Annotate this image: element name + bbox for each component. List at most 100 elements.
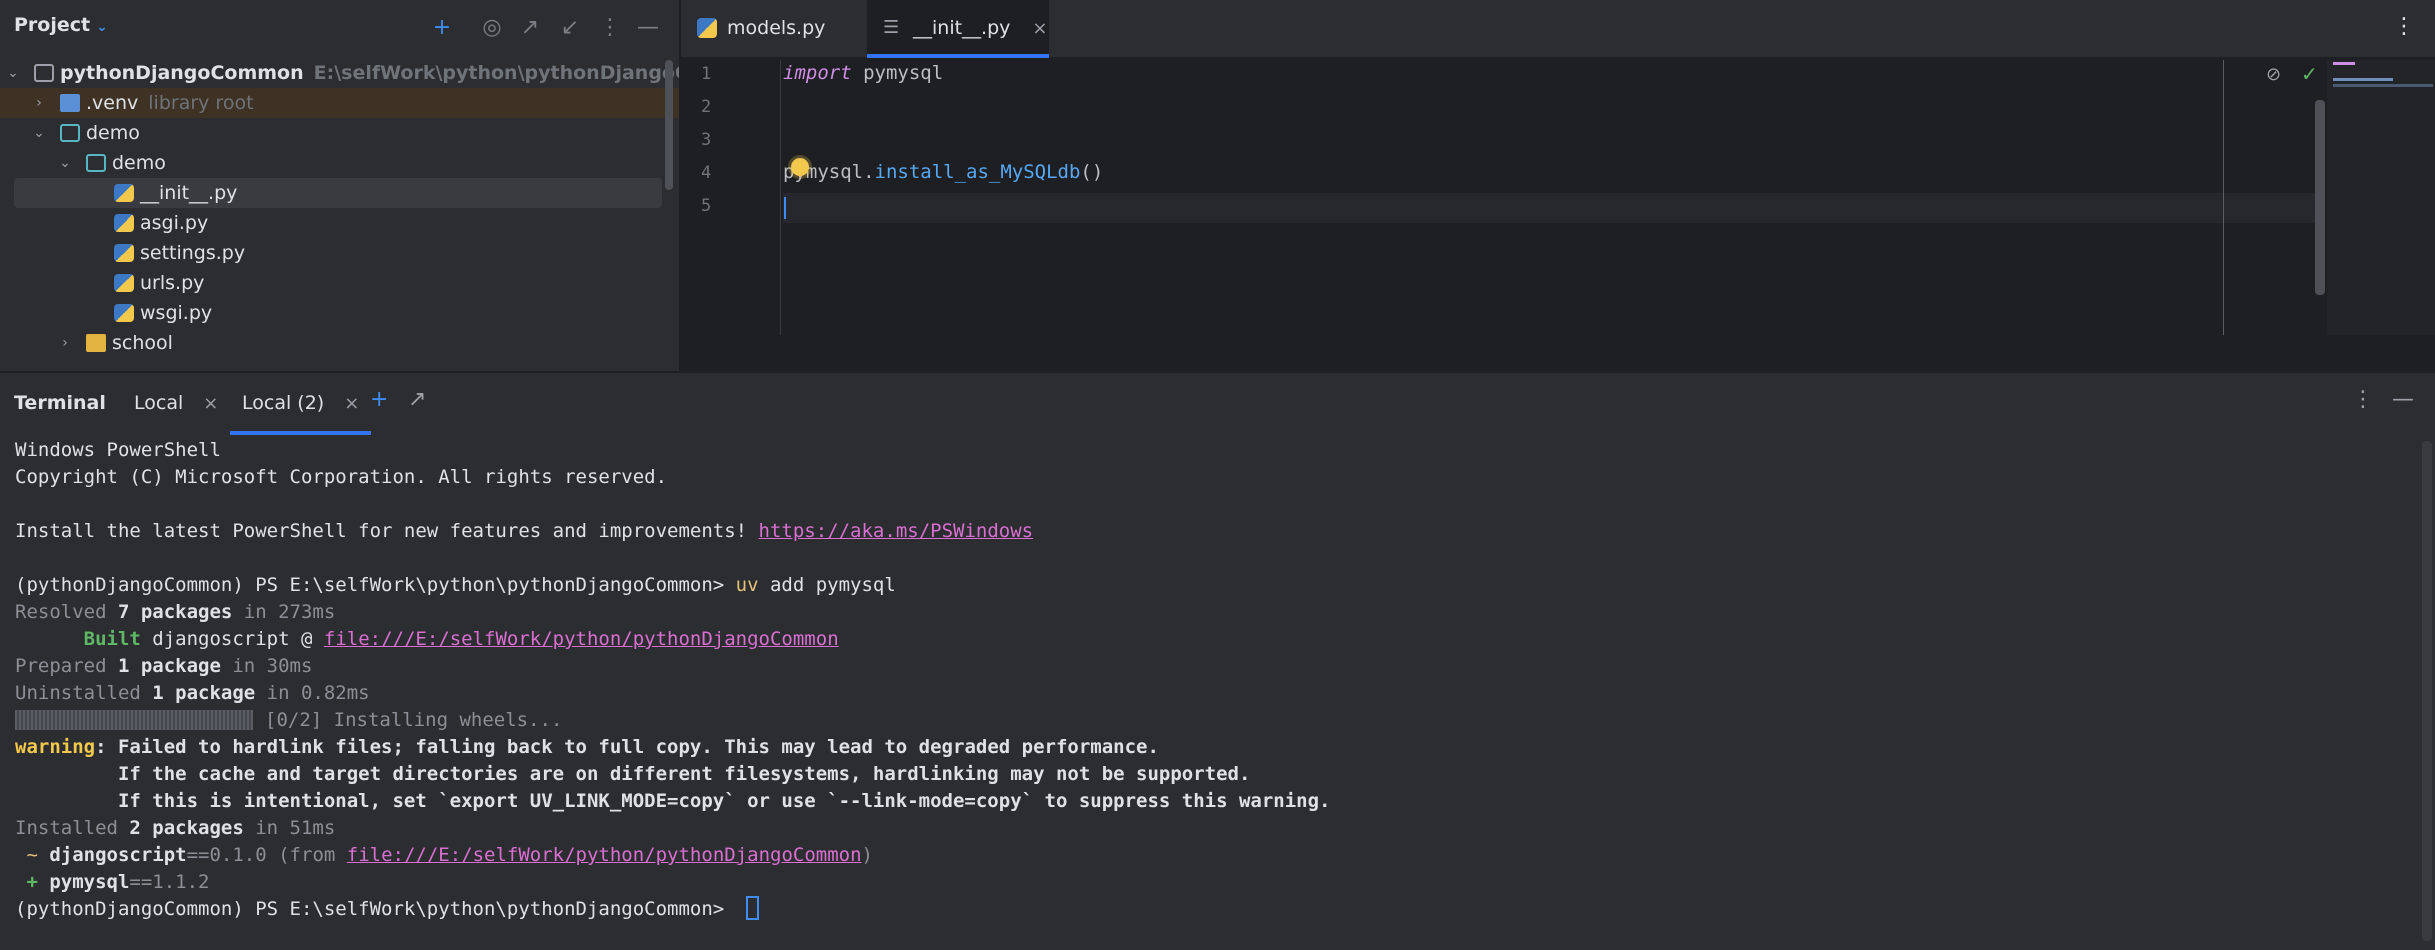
code-line-4[interactable]: pymysql.install_as_MySQLdb() [783, 161, 1103, 183]
editor-scrollbar[interactable] [2315, 100, 2325, 295]
tab-label: Local (2) [242, 392, 325, 414]
tree-item-label: demo [112, 152, 166, 174]
terminal-line: + pymysql==1.1.2 [15, 869, 209, 896]
terminal-line: Uninstalled 1 package in 0.82ms [15, 680, 370, 707]
hide-panel-icon[interactable]: — [2392, 387, 2414, 412]
terminal-line[interactable]: (pythonDjangoCommon) PS E:\selfWork\pyth… [15, 896, 759, 923]
tab-label: __init__.py [913, 17, 1011, 39]
editor-tab-bar: models.py ☰ __init__.py × ⋮ [681, 0, 2435, 58]
tree-item-path: E:\selfWork\python\pythonDjangoCommon [313, 62, 679, 84]
python-file-icon [114, 184, 134, 202]
terminal-line: Copyright (C) Microsoft Corporation. All… [15, 466, 668, 488]
tree-item-school[interactable]: › school [0, 328, 679, 358]
python-file-icon [114, 274, 134, 292]
tab-label: models.py [727, 17, 826, 39]
terminal-prompt: (pythonDjangoCommon) PS E:\selfWork\pyth… [15, 898, 736, 920]
editor-options-icon[interactable]: ⋮ [2393, 14, 2415, 39]
minimap[interactable] [2327, 60, 2435, 335]
project-tree: ⌄ pythonDjangoCommon E:\selfWork\python\p… [0, 58, 679, 358]
terminal-line: If the cache and target directories are … [15, 763, 1251, 785]
expand-all-icon[interactable]: ↗ [516, 14, 544, 42]
hide-panel-icon[interactable]: — [634, 14, 662, 42]
chevron-right-icon[interactable]: › [56, 328, 74, 358]
chevron-right-icon[interactable]: › [30, 88, 48, 118]
locate-icon[interactable]: ◎ [478, 14, 506, 42]
tree-item-label: .venv [86, 92, 139, 114]
tab-init-py[interactable]: ☰ __init__.py × [867, 0, 1049, 58]
close-icon[interactable]: × [203, 393, 218, 414]
terminal-line: Prepared 1 package in 30ms [15, 653, 312, 680]
tab-terminal-local[interactable]: Local × [134, 373, 218, 435]
terminal-line: Install the latest PowerShell for new fe… [15, 518, 1033, 545]
tree-item-init-py[interactable]: __init__.py [14, 178, 662, 208]
tree-item-label: pythonDjangoCommon [60, 62, 304, 84]
line-number: 5 [701, 196, 712, 216]
terminal-marker: ~ [15, 844, 50, 866]
project-view-selector[interactable]: Project ⌄ [14, 14, 108, 36]
add-icon[interactable]: + [428, 14, 456, 42]
terminal-output[interactable]: Windows PowerShell Copyright (C) Microso… [0, 437, 2420, 950]
reader-mode-icon[interactable]: ⊘ [2266, 64, 2281, 85]
tree-item-asgi-py[interactable]: asgi.py [0, 208, 679, 238]
terminal-link[interactable]: file:///E:/selfWork/python/pythonDjangoC… [324, 628, 839, 650]
terminal-text-bold: 7 packages [117, 601, 233, 623]
terminal-text: ==0.1.0 (from [186, 844, 347, 866]
terminal-line: Built djangoscript @ file:///E:/selfWork… [15, 626, 839, 653]
terminal-text: add pymysql [758, 574, 896, 596]
tree-item-project-root[interactable]: ⌄ pythonDjangoCommon E:\selfWork\python\p… [0, 58, 679, 88]
terminal-text: Uninstalled [15, 682, 153, 704]
tree-item-label: __init__.py [140, 182, 238, 204]
folder-icon [60, 94, 80, 112]
python-file-icon [697, 18, 717, 38]
tab-models-py[interactable]: models.py [681, 0, 867, 58]
terminal-text: ) [861, 844, 873, 866]
options-icon[interactable]: ⋮ [596, 14, 624, 42]
tree-item-urls-py[interactable]: urls.py [0, 268, 679, 298]
inspection-ok-icon[interactable]: ✓ [2301, 62, 2318, 86]
terminal-scrollbar[interactable] [2422, 441, 2432, 941]
line-number-gutter: 1 2 3 4 5 [681, 60, 781, 335]
terminal-line: (pythonDjangoCommon) PS E:\selfWork\pyth… [15, 572, 896, 599]
terminal-text: in 51ms [243, 817, 336, 839]
chevron-down-icon[interactable]: ⌄ [56, 148, 74, 178]
minimap-line [2333, 78, 2393, 81]
terminal-text: Resolved [15, 601, 118, 623]
close-icon[interactable]: × [1032, 18, 1047, 39]
terminal-line: Windows PowerShell [15, 439, 221, 461]
tree-item-wsgi-py[interactable]: wsgi.py [0, 298, 679, 328]
terminal-text: ==1.1.2 [129, 871, 210, 893]
tree-item-settings-py[interactable]: settings.py [0, 238, 679, 268]
tree-item-demo-package[interactable]: ⌄ demo [0, 148, 679, 178]
intention-bulb-icon[interactable] [791, 158, 809, 176]
tree-item-label: demo [86, 122, 140, 144]
chevron-down-icon[interactable]: ⌄ [4, 58, 22, 88]
new-terminal-icon[interactable]: + [370, 387, 388, 412]
tree-scrollbar[interactable] [665, 60, 673, 190]
project-header: Project ⌄ + ◎ ↗ ↙ ⋮ — [0, 0, 679, 56]
terminal-text: in 30ms [220, 655, 313, 677]
terminal-link[interactable]: https://aka.ms/PSWindows [759, 520, 1034, 542]
terminal-caret [745, 896, 759, 920]
terminal-line: warning: Failed to hardlink files; falli… [15, 734, 1159, 761]
python-file-icon [114, 304, 134, 322]
tree-item-venv[interactable]: › .venv library root [0, 88, 679, 118]
terminal-link[interactable]: file:///E:/selfWork/python/pythonDjangoC… [347, 844, 862, 866]
expand-icon[interactable]: ↗ [408, 387, 426, 412]
close-icon[interactable]: × [344, 393, 359, 414]
minimap-line [2333, 62, 2355, 65]
python-file-icon [114, 214, 134, 232]
terminal-text: Install the latest PowerShell for new fe… [15, 520, 759, 542]
tab-terminal-local-2[interactable]: Local (2) × [230, 373, 372, 435]
code-text: pymysql [851, 62, 944, 84]
terminal-line: [0/2] Installing wheels... [15, 707, 562, 734]
collapse-all-icon[interactable]: ↙ [556, 14, 584, 42]
terminal-options-icon[interactable]: ⋮ [2352, 387, 2374, 412]
terminal-prompt: (pythonDjangoCommon) PS E:\selfWork\pyth… [15, 574, 736, 596]
tab-label: Local [134, 392, 184, 414]
chevron-down-icon[interactable]: ⌄ [30, 118, 48, 148]
terminal-text-bold: 2 packages [129, 817, 244, 839]
tree-item-demo[interactable]: ⌄ demo [0, 118, 679, 148]
code-text: () [1080, 161, 1104, 183]
code-line-1[interactable]: import pymysql [783, 62, 943, 84]
terminal-text: [0/2] Installing wheels... [265, 709, 563, 731]
